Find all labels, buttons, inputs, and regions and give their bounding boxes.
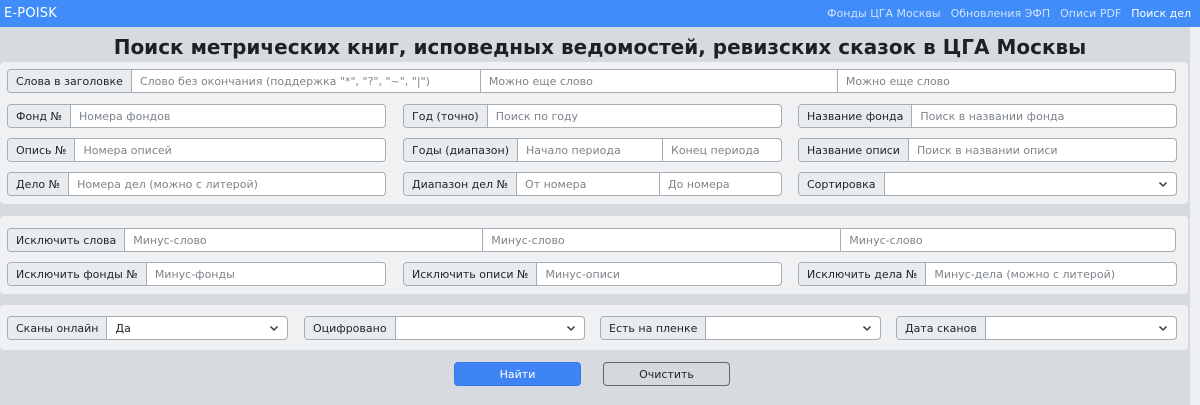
brand-logo[interactable]: E-POISK — [4, 6, 57, 21]
exclude-fonds-label: Исключить фонды № — [8, 263, 147, 285]
words-input-2[interactable]: Можно еще слово — [479, 70, 837, 92]
years-from-input[interactable]: Начало периода — [518, 139, 662, 161]
years-to-input[interactable]: Конец периода — [662, 139, 781, 161]
chevron-down-icon — [566, 325, 576, 332]
year-label: Год (точно) — [404, 105, 488, 127]
film-label: Есть на пленке — [601, 317, 707, 339]
delo-range-group: Диапазон дел № От номера До номера — [403, 172, 782, 196]
fond-group: Фонд № Номера фондов — [7, 104, 386, 128]
words-input-1[interactable]: Слово без окончания (поддержка "*", "?",… — [132, 70, 480, 92]
fond-input[interactable]: Номера фондов — [71, 105, 385, 127]
years-range-group: Годы (диапазон) Начало периода Конец пер… — [403, 138, 782, 162]
chevron-down-icon — [1158, 181, 1168, 188]
fond-name-label: Название фонда — [799, 105, 913, 127]
delo-to-input[interactable]: До номера — [659, 173, 781, 195]
words-group: Слова в заголовке Слово без окончания (п… — [7, 69, 1176, 93]
opis-name-label: Название описи — [799, 139, 909, 161]
scans-online-value: Да — [115, 321, 131, 335]
chevron-down-icon — [862, 325, 872, 332]
digitized-select[interactable] — [396, 317, 584, 339]
years-range-label: Годы (диапазон) — [404, 139, 519, 161]
nav-link-opisi-pdf[interactable]: Описи PDF — [1055, 7, 1126, 20]
scan-date-select[interactable] — [986, 317, 1176, 339]
exclude-words-input-1[interactable]: Минус-слово — [125, 229, 482, 251]
fond-name-group: Название фонда Поиск в названии фонда — [798, 104, 1177, 128]
scans-online-group: Сканы онлайн Да — [7, 316, 288, 340]
page-title: Поиск метрических книг, исповедных ведом… — [113, 35, 1087, 59]
year-input[interactable]: Поиск по году — [488, 105, 781, 127]
words-label: Слова в заголовке — [8, 70, 132, 92]
scans-online-label: Сканы онлайн — [8, 317, 108, 339]
scans-online-select[interactable]: Да — [107, 317, 287, 339]
top-navbar: E-POISK Фонды ЦГА Москвы Обновления ЭФП … — [0, 0, 1200, 27]
opis-name-input[interactable]: Поиск в названии описи — [909, 139, 1176, 161]
clear-button[interactable]: Очистить — [603, 362, 730, 386]
nav-links: Фонды ЦГА Москвы Обновления ЭФП Описи PD… — [822, 7, 1196, 20]
find-button[interactable]: Найти — [454, 362, 581, 386]
chevron-down-icon — [269, 325, 279, 332]
fond-name-input[interactable]: Поиск в названии фонда — [912, 105, 1176, 127]
exclude-dela-group: Исключить дела № Минус-дела (можно с лит… — [798, 262, 1177, 286]
sort-group: Сортировка — [798, 172, 1177, 196]
sort-select[interactable] — [885, 173, 1176, 195]
film-group: Есть на пленке — [600, 316, 881, 340]
fond-label: Фонд № — [8, 105, 71, 127]
chevron-down-icon — [1158, 325, 1168, 332]
delo-from-input[interactable]: От номера — [517, 173, 659, 195]
digitized-label: Оцифровано — [305, 317, 396, 339]
opis-group: Опись № Номера описей — [7, 138, 386, 162]
delo-range-label: Диапазон дел № — [404, 173, 518, 195]
delo-label: Дело № — [8, 173, 70, 195]
delo-group: Дело № Номера дел (можно с литерой) — [7, 172, 386, 196]
opis-label: Опись № — [8, 139, 76, 161]
filters-panel: Сканы онлайн Да Оцифровано Есть на пленк… — [0, 305, 1188, 350]
film-select[interactable] — [706, 317, 880, 339]
exclude-dela-label: Исключить дела № — [799, 263, 927, 285]
scan-date-label: Дата сканов — [897, 317, 986, 339]
exclude-words-input-3[interactable]: Минус-слово — [840, 229, 1175, 251]
scan-date-group: Дата сканов — [896, 316, 1177, 340]
exclude-fonds-group: Исключить фонды № Минус-фонды — [7, 262, 386, 286]
exclude-dela-input[interactable]: Минус-дела (можно с литерой) — [926, 263, 1176, 285]
nav-link-search-dela[interactable]: Поиск дел — [1126, 7, 1196, 20]
year-group: Год (точно) Поиск по году — [403, 104, 782, 128]
exclude-words-input-2[interactable]: Минус-слово — [482, 229, 840, 251]
exclude-panel: Исключить слова Минус-слово Минус-слово … — [0, 216, 1188, 294]
exclude-opisi-label: Исключить описи № — [404, 263, 538, 285]
nav-link-fonds[interactable]: Фонды ЦГА Москвы — [822, 7, 946, 20]
exclude-words-group: Исключить слова Минус-слово Минус-слово … — [7, 228, 1176, 252]
digitized-group: Оцифровано — [304, 316, 585, 340]
opis-input[interactable]: Номера описей — [75, 139, 385, 161]
exclude-opisi-group: Исключить описи № Минус-описи — [403, 262, 782, 286]
exclude-fonds-input[interactable]: Минус-фонды — [147, 263, 385, 285]
search-panel: Слова в заголовке Слово без окончания (п… — [0, 62, 1188, 204]
opis-name-group: Название описи Поиск в названии описи — [798, 138, 1177, 162]
nav-link-updates[interactable]: Обновления ЭФП — [946, 7, 1056, 20]
exclude-words-label: Исключить слова — [8, 229, 126, 251]
delo-input[interactable]: Номера дел (можно с литерой) — [69, 173, 385, 195]
exclude-opisi-input[interactable]: Минус-описи — [537, 263, 781, 285]
sort-label: Сортировка — [799, 173, 885, 195]
words-input-3[interactable]: Можно еще слово — [836, 70, 1175, 92]
scrollbar-track[interactable] — [1190, 27, 1200, 405]
